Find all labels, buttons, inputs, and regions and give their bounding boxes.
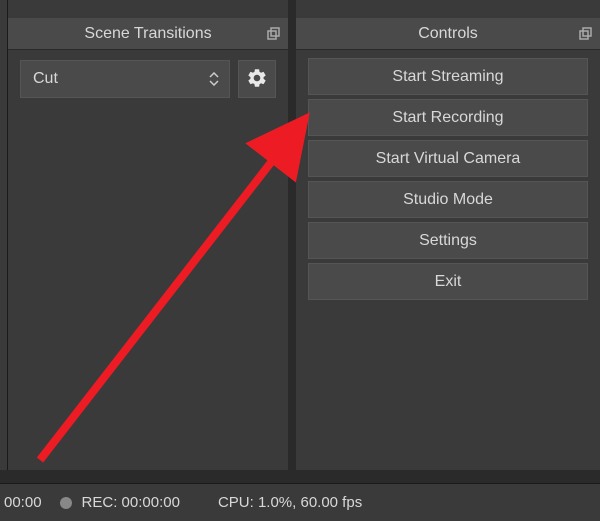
settings-button[interactable]: Settings [308,222,588,259]
controls-header: Controls [296,18,600,50]
popout-icon[interactable] [266,27,280,41]
transition-settings-button[interactable] [238,60,276,98]
spinner-icon [209,72,219,86]
transition-select-value: Cut [33,70,58,88]
scene-transitions-body: Cut [8,50,288,108]
transition-select[interactable]: Cut [20,60,230,98]
controls-panel: Controls Start Streaming Start Recording… [296,0,600,470]
scene-transitions-panel: Scene Transitions Cut [8,0,288,470]
status-cpu: CPU: 1.0%, 60.00 fps [218,494,362,511]
controls-body: Start Streaming Start Recording Start Vi… [296,50,600,312]
left-edge-strip [0,0,8,470]
status-time: 00:00 [4,494,42,511]
scene-transitions-title: Scene Transitions [84,25,211,43]
status-rec: REC: 00:00:00 [82,494,180,511]
status-bar: 00:00 REC: 00:00:00 CPU: 1.0%, 60.00 fps [0,483,600,521]
gear-icon [246,67,268,92]
record-indicator-icon [60,497,72,509]
controls-title: Controls [418,25,478,43]
start-recording-button[interactable]: Start Recording [308,99,588,136]
popout-icon[interactable] [578,27,592,41]
scene-transitions-header: Scene Transitions [8,18,288,50]
start-streaming-button[interactable]: Start Streaming [308,58,588,95]
studio-mode-button[interactable]: Studio Mode [308,181,588,218]
exit-button[interactable]: Exit [308,263,588,300]
start-virtual-camera-button[interactable]: Start Virtual Camera [308,140,588,177]
